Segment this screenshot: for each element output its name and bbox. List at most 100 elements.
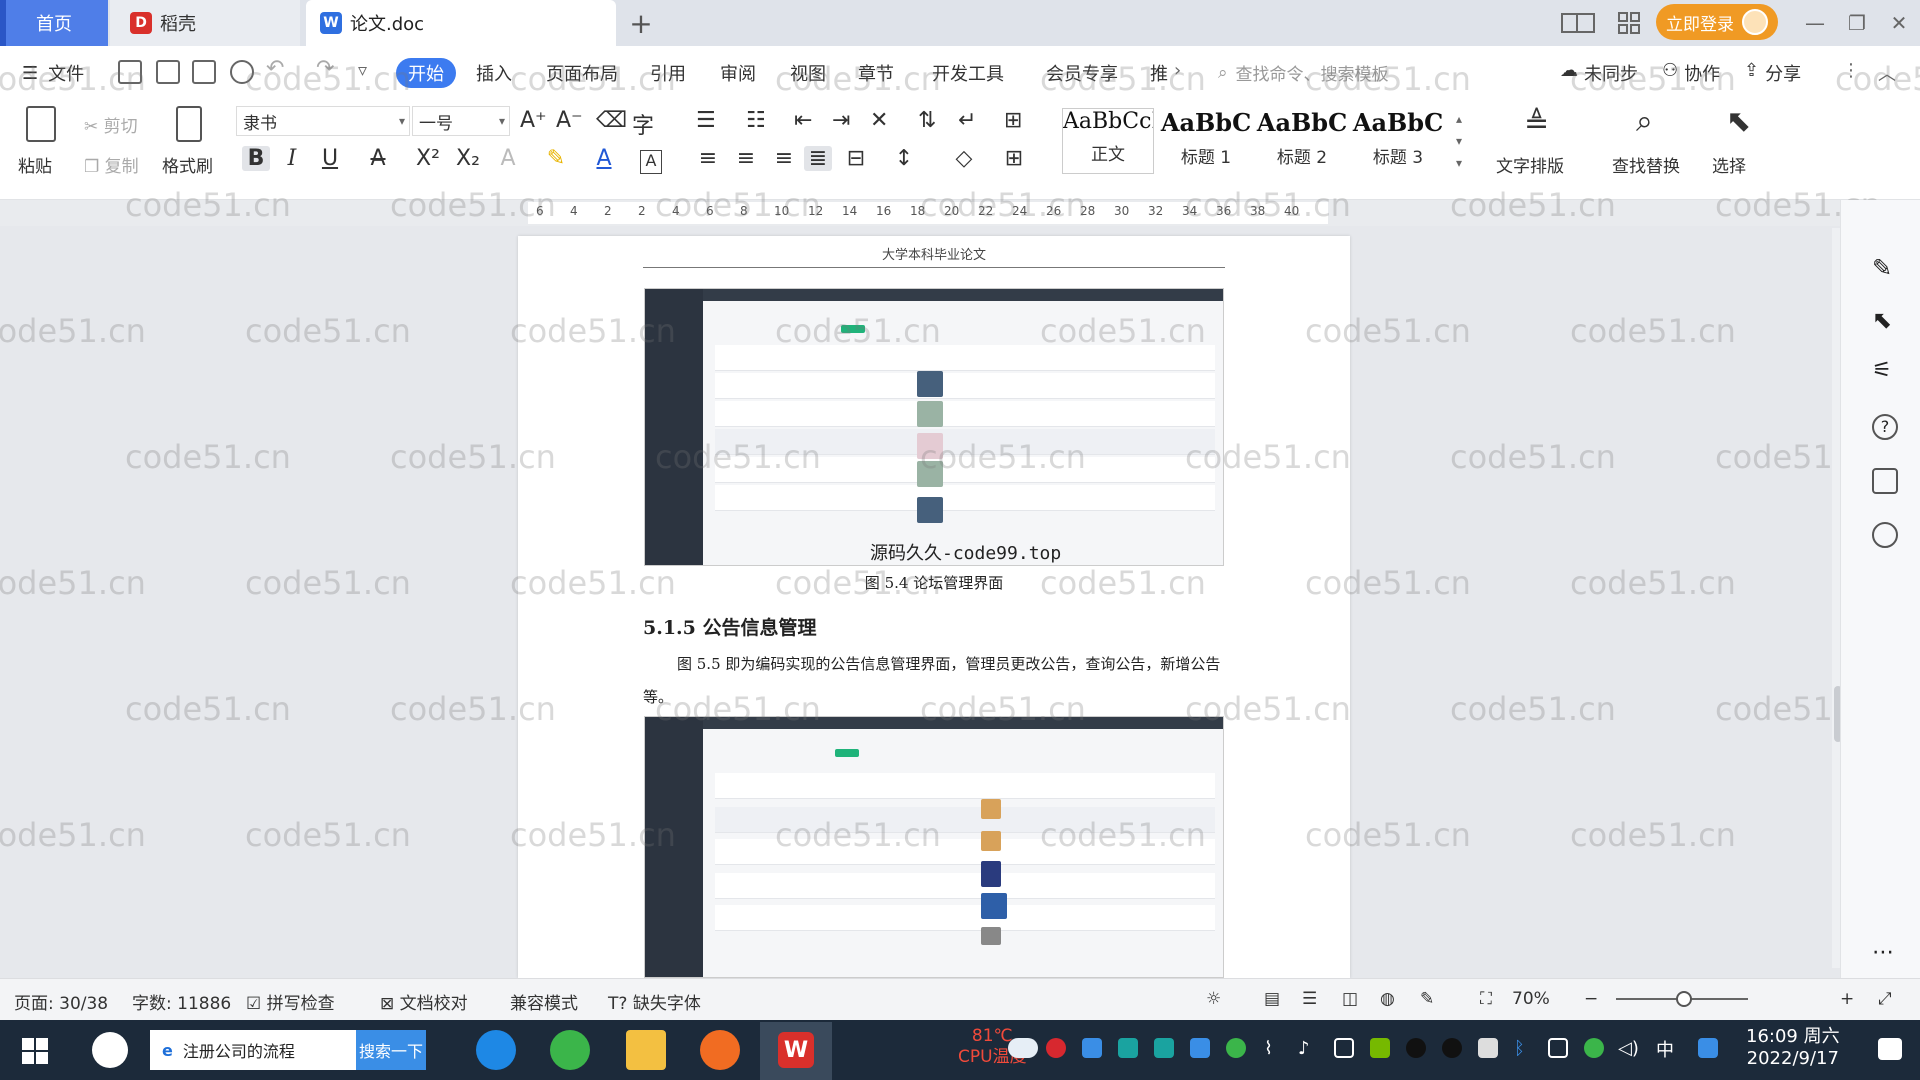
format-painter-icon[interactable] xyxy=(176,106,202,142)
more-options-icon[interactable]: ⋮ xyxy=(1842,60,1860,81)
cursor-icon[interactable]: ⬉ xyxy=(1872,306,1898,334)
spell-check-button[interactable]: ☑ 拼写检查 xyxy=(246,989,335,1014)
nvidia-icon[interactable] xyxy=(1370,1038,1390,1058)
notification-center-icon[interactable] xyxy=(1878,1038,1902,1060)
zoom-slider-knob[interactable] xyxy=(1676,991,1692,1007)
quick-access-dropdown-icon[interactable]: ▿ xyxy=(358,60,367,81)
print-icon[interactable] xyxy=(192,60,216,84)
copy-button[interactable]: ❐ 复制 xyxy=(84,152,139,177)
justify-icon[interactable]: ≣ xyxy=(804,146,832,171)
restore-icon[interactable]: ❐ xyxy=(1842,8,1872,38)
shrink-font-icon[interactable]: A⁻ xyxy=(556,108,583,133)
zoom-in-icon[interactable]: + xyxy=(1840,989,1854,1009)
compass-icon[interactable] xyxy=(1872,522,1898,548)
paragraph-marks-icon[interactable]: ↵ xyxy=(958,108,976,133)
reading-view-icon[interactable]: ◫ xyxy=(1342,989,1358,1009)
pen-icon[interactable]: ✎ xyxy=(1872,254,1898,282)
menu-insert[interactable]: 插入 xyxy=(476,60,512,86)
menu-references[interactable]: 引用 xyxy=(650,60,686,86)
web-view-icon[interactable]: ◍ xyxy=(1380,989,1395,1009)
notification-bell-icon[interactable]: ♪ xyxy=(1298,1038,1318,1059)
tray-app-icon[interactable] xyxy=(1226,1038,1246,1058)
shading-icon[interactable]: ◇ xyxy=(950,146,978,171)
find-replace-button[interactable]: 查找替换 xyxy=(1612,152,1680,177)
input-method-indicator[interactable]: 中 xyxy=(1656,1036,1674,1062)
menu-review[interactable]: 审阅 xyxy=(720,60,756,86)
export-pdf-icon[interactable] xyxy=(156,60,180,84)
apps-grid-icon[interactable] xyxy=(1614,8,1644,38)
new-tab-button[interactable]: + xyxy=(624,6,658,40)
italic-button[interactable]: I xyxy=(278,146,306,171)
style-heading-2[interactable]: AaBbC 标题 2 xyxy=(1256,108,1348,174)
menu-member[interactable]: 会员专享 xyxy=(1046,60,1118,86)
save-icon[interactable] xyxy=(118,60,142,84)
weather-icon[interactable] xyxy=(1008,1038,1038,1058)
text-layout-button[interactable]: 文字排版 xyxy=(1496,152,1564,177)
menu-developer[interactable]: 开发工具 xyxy=(932,60,1004,86)
page-view-icon[interactable]: ▤ xyxy=(1264,989,1280,1009)
qq-icon[interactable] xyxy=(1406,1038,1426,1058)
tray-app-icon[interactable] xyxy=(1584,1038,1604,1058)
tab-home[interactable]: 首页 xyxy=(0,0,108,46)
taskbar-search-button[interactable]: 搜索一下 xyxy=(356,1030,426,1070)
collapse-ribbon-icon[interactable]: ︿ xyxy=(1878,60,1896,86)
menu-recommend[interactable]: 推 xyxy=(1150,60,1168,86)
word-count[interactable]: 字数: 11886 xyxy=(132,989,231,1014)
pinwheel-app-icon[interactable] xyxy=(92,1032,128,1068)
styles-scroll-icon[interactable]: ▴ ▾ ▾ xyxy=(1456,108,1462,174)
redo-icon[interactable]: ↷ xyxy=(316,56,334,81)
tray-app-icon[interactable] xyxy=(1118,1038,1138,1058)
game-app-icon[interactable] xyxy=(700,1030,740,1070)
tray-app-icon[interactable] xyxy=(1154,1038,1174,1058)
battery-icon[interactable] xyxy=(1548,1038,1568,1058)
line-spacing-icon[interactable]: ↕ xyxy=(890,146,918,171)
text-layout-icon[interactable]: ≜ xyxy=(1524,106,1549,141)
print-preview-icon[interactable] xyxy=(230,60,254,84)
subscript-button[interactable]: X₂ xyxy=(454,146,482,171)
windows-start-icon[interactable] xyxy=(22,1038,48,1064)
phonetic-icon[interactable]: 字 xyxy=(632,108,654,140)
align-center-icon[interactable]: ≡ xyxy=(732,146,760,171)
numbered-list-icon[interactable]: ☷ xyxy=(746,108,766,133)
superscript-button[interactable]: X² xyxy=(414,146,442,171)
highlight-icon[interactable]: ✎ xyxy=(542,146,570,171)
browser-360-icon[interactable] xyxy=(550,1030,590,1070)
style-heading-1[interactable]: AaBbC 标题 1 xyxy=(1160,108,1252,174)
missing-font-button[interactable]: T? 缺失字体 xyxy=(608,989,701,1014)
menu-view[interactable]: 视图 xyxy=(790,60,826,86)
select-cursor-icon[interactable]: ⬉ xyxy=(1726,104,1751,139)
paste-button[interactable]: 粘贴 xyxy=(18,152,52,177)
cut-button[interactable]: ✂ 剪切 xyxy=(84,112,138,137)
wps-taskbar-button[interactable]: W xyxy=(760,1022,832,1080)
underline-button[interactable]: U xyxy=(316,146,344,171)
minimize-icon[interactable]: — xyxy=(1800,8,1830,38)
char-border-icon[interactable]: A xyxy=(640,150,662,174)
chinese-layout-icon[interactable]: ✕ xyxy=(870,108,888,133)
tab-document[interactable]: W 论文.doc xyxy=(306,0,616,46)
eye-protection-icon[interactable]: ☼ xyxy=(1206,989,1221,1009)
strikethrough-button[interactable]: A xyxy=(364,146,392,171)
write-mode-icon[interactable]: ✎ xyxy=(1420,989,1434,1009)
menu-more-chevron-icon[interactable]: › xyxy=(1174,60,1181,81)
login-button[interactable]: 立即登录 xyxy=(1656,4,1778,40)
collaborate-button[interactable]: ⚇ 协作 xyxy=(1662,60,1720,86)
qq-icon[interactable] xyxy=(1442,1038,1462,1058)
style-normal[interactable]: AaBbCcI 正文 xyxy=(1062,108,1154,174)
proofread-button[interactable]: ⊠ 文档校对 xyxy=(380,989,468,1014)
clear-format-icon[interactable]: ⌫ xyxy=(596,108,627,133)
volume-icon[interactable]: ◁) xyxy=(1618,1038,1639,1059)
grow-font-icon[interactable]: A⁺ xyxy=(520,108,547,133)
undo-icon[interactable]: ↶ xyxy=(266,56,284,81)
internet-explorer-icon[interactable] xyxy=(476,1030,516,1070)
shield-icon[interactable] xyxy=(1190,1038,1210,1058)
align-left-icon[interactable]: ≡ xyxy=(694,146,722,171)
fit-page-icon[interactable]: ⛶ xyxy=(1480,989,1492,1009)
decrease-indent-icon[interactable]: ⇤ xyxy=(794,108,812,133)
menu-chapter[interactable]: 章节 xyxy=(858,60,894,86)
search-engine-icon[interactable] xyxy=(1698,1038,1718,1058)
layout-icon[interactable] xyxy=(1560,8,1596,38)
taskbar-clock[interactable]: 16:09 周六 2022/9/17 xyxy=(1746,1026,1840,1070)
increase-indent-icon[interactable]: ⇥ xyxy=(832,108,850,133)
command-search[interactable]: ⌕ 查找命令、搜索模板 xyxy=(1218,60,1389,86)
font-size-select[interactable]: 一号 ▾ xyxy=(412,106,510,136)
